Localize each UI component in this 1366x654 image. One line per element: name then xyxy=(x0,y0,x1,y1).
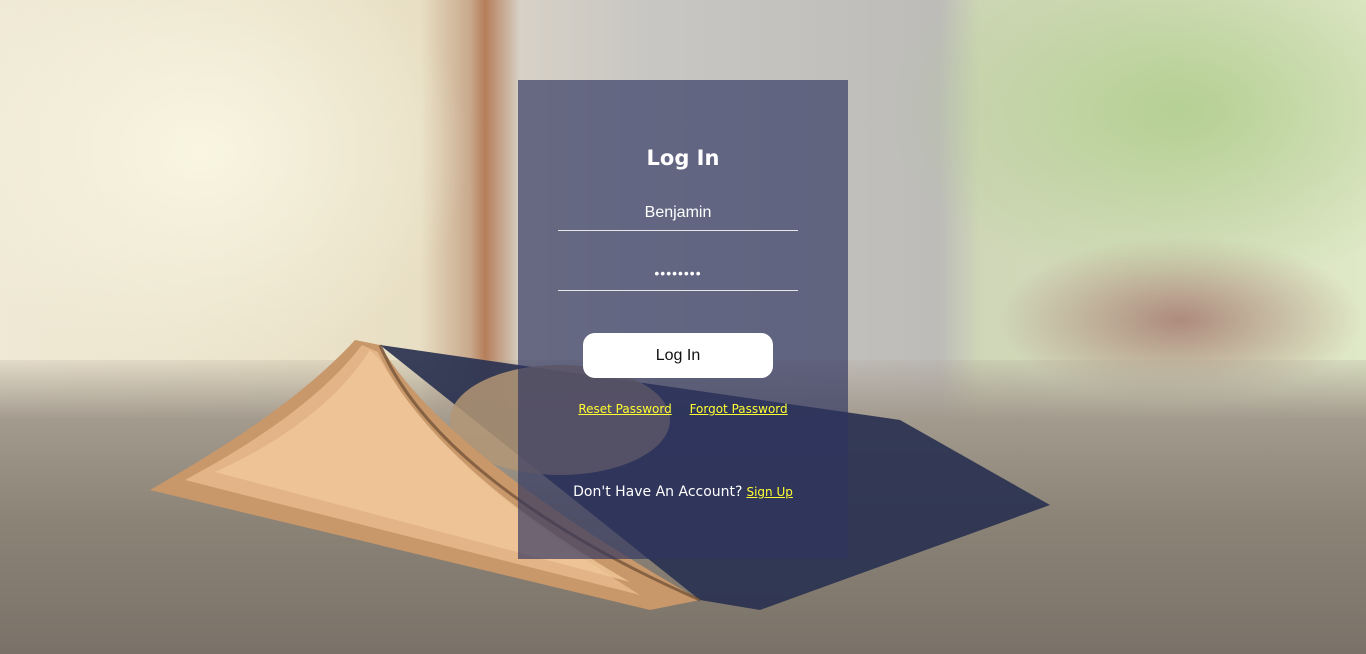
login-button[interactable]: Log In xyxy=(583,333,773,378)
login-card: Log In Log In Reset Password Forgot Pass… xyxy=(518,80,848,559)
username-input[interactable] xyxy=(558,196,798,231)
forgot-password-link[interactable]: Forgot Password xyxy=(690,402,788,416)
login-title: Log In xyxy=(646,146,720,170)
reset-password-link[interactable]: Reset Password xyxy=(578,402,671,416)
password-links: Reset Password Forgot Password xyxy=(518,402,848,416)
password-input[interactable] xyxy=(558,256,798,291)
no-account-text: Don't Have An Account? xyxy=(573,484,743,500)
signup-link[interactable]: Sign Up xyxy=(746,485,792,499)
signup-row: Don't Have An Account? Sign Up xyxy=(518,484,848,500)
